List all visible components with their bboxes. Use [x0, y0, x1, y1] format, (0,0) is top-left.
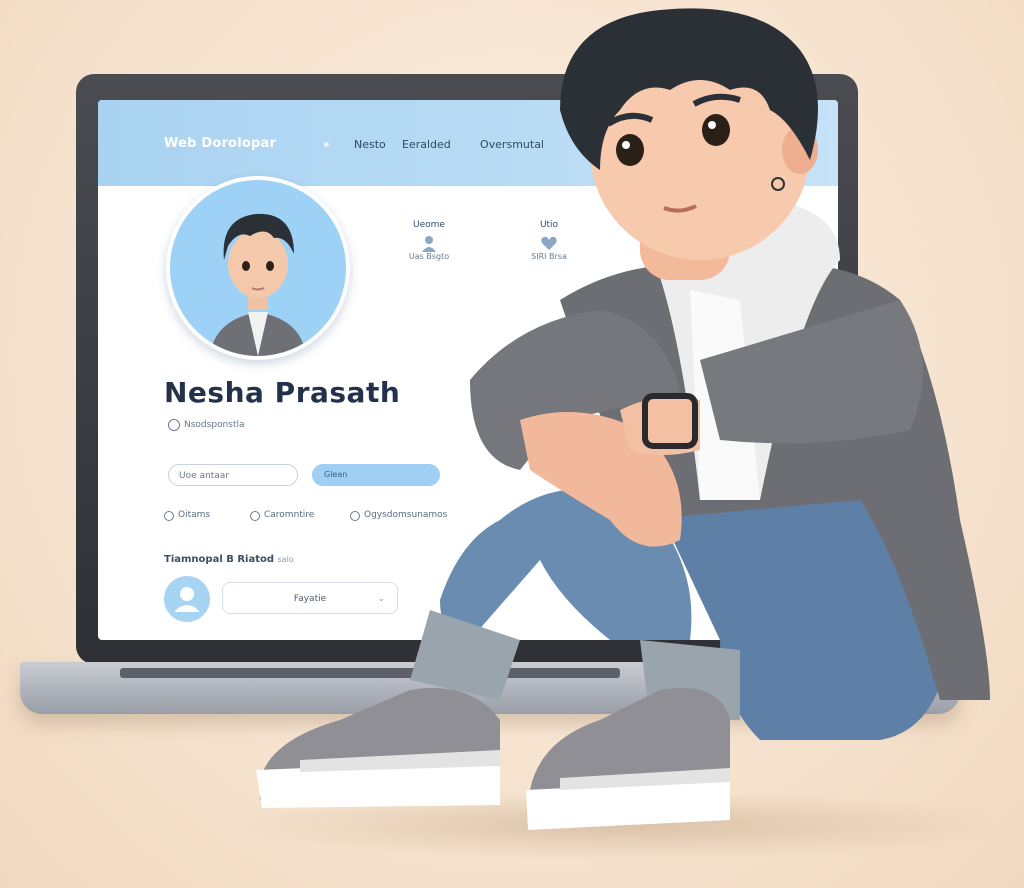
jeans-front-shin: [410, 610, 520, 700]
eye-left: [616, 134, 644, 166]
eye-right: [702, 114, 730, 146]
scene: Web Dorolopar Nesto Eeralded Oversmutal …: [0, 0, 1024, 888]
shoe-left: [256, 688, 500, 808]
shoe-right: [526, 688, 730, 830]
character-illustration: [256, 8, 990, 830]
